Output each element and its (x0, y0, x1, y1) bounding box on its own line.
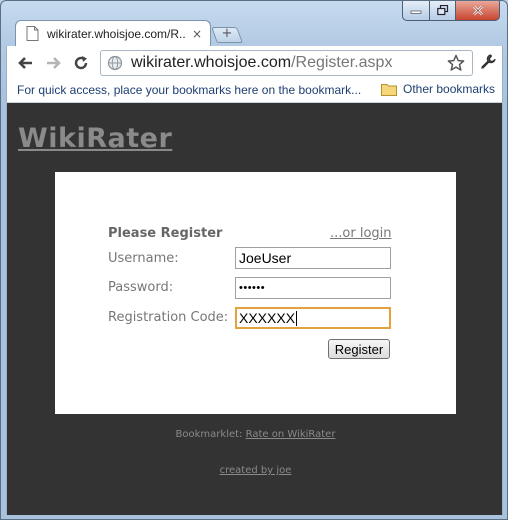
globe-icon (107, 55, 123, 71)
minimize-icon (410, 10, 422, 14)
username-label: Username: (108, 251, 179, 266)
forward-button[interactable] (45, 54, 63, 72)
bookmarklet-label: Bookmarklet: (175, 429, 243, 440)
credit-link[interactable]: created by joe (7, 465, 504, 476)
username-value: JoeUser (239, 250, 292, 266)
other-bookmarks-label: Other bookmarks (403, 82, 496, 96)
form-title: Please Register (108, 226, 223, 241)
toolbar: wikirater.whoisjoe.com/Register.aspx (6, 46, 503, 80)
bookmarklet-line: Bookmarklet: Rate on WikiRater (7, 429, 504, 440)
page-icon (26, 26, 39, 41)
password-value: •••••• (239, 282, 266, 294)
tab-register[interactable]: wikirater.whoisjoe.com/R... × (15, 20, 211, 46)
folder-icon (381, 83, 397, 96)
browser-window: wikirater.whoisjoe.com/R... × + wikirate… (0, 0, 508, 520)
back-arrow-icon (18, 57, 32, 69)
username-input[interactable]: JoeUser (235, 247, 391, 269)
registration-code-value: XXXXXX (239, 310, 296, 326)
other-bookmarks-button[interactable]: Other bookmarks (381, 82, 495, 96)
register-button[interactable]: Register (328, 339, 390, 359)
star-icon[interactable] (447, 54, 465, 72)
bookmarks-hint[interactable]: For quick access, place your bookmarks h… (17, 83, 361, 97)
url-path: /Register.aspx (291, 54, 393, 71)
password-input[interactable]: •••••• (235, 277, 391, 299)
reload-button[interactable] (72, 54, 90, 72)
registration-code-label: Registration Code: (108, 310, 229, 325)
bookmarklet-link[interactable]: Rate on WikiRater (246, 429, 336, 440)
minimize-button[interactable] (402, 1, 430, 21)
bookmarks-bar: For quick access, place your bookmarks h… (6, 80, 503, 103)
address-bar[interactable]: wikirater.whoisjoe.com/Register.aspx (100, 50, 473, 76)
close-button[interactable] (456, 1, 500, 21)
forward-arrow-icon (47, 57, 61, 69)
reload-icon (74, 56, 88, 70)
close-icon (472, 5, 483, 16)
plus-icon[interactable]: + (220, 26, 234, 41)
register-card: Please Register ...or login Username: Jo… (55, 172, 456, 414)
login-link[interactable]: ...or login (330, 226, 392, 241)
text-caret (296, 310, 298, 326)
page-content: WikiRater Please Register ...or login Us… (6, 103, 503, 515)
wrench-icon[interactable] (479, 53, 497, 71)
registration-code-input[interactable]: XXXXXX (235, 307, 391, 329)
password-label: Password: (108, 280, 174, 295)
url-host: wikirater.whoisjoe.com (131, 54, 292, 71)
tab-title: wikirater.whoisjoe.com/R... (47, 26, 186, 41)
back-button[interactable] (16, 54, 34, 72)
site-logo[interactable]: WikiRater (18, 123, 172, 154)
window-controls (402, 1, 500, 21)
tab-close-icon[interactable]: × (192, 27, 202, 41)
maximize-icon (436, 5, 448, 16)
maximize-button[interactable] (430, 1, 456, 21)
